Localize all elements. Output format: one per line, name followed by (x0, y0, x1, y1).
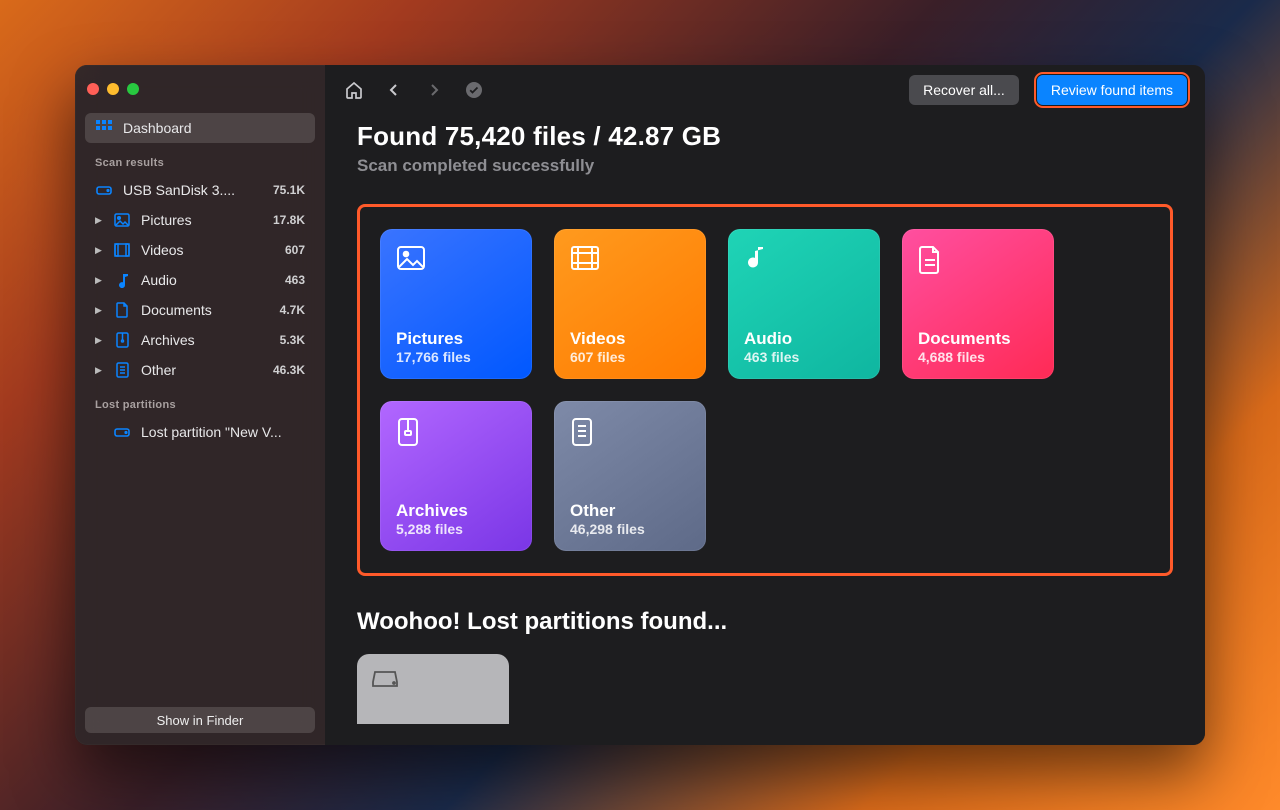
category-card-videos[interactable]: Videos607 files (554, 229, 706, 379)
category-card-archives[interactable]: Archives5,288 files (380, 401, 532, 551)
recover-all-button[interactable]: Recover all... (909, 75, 1019, 105)
other-icon (570, 417, 598, 445)
partitions-headline: Woohoo! Lost partitions found... (357, 608, 1173, 636)
chevron-right-icon: ▶ (95, 305, 103, 316)
status-text: Scan completed successfully (357, 156, 1173, 176)
window-controls (85, 77, 315, 113)
grid-icon (95, 120, 113, 136)
category-card-documents[interactable]: Documents4,688 files (902, 229, 1054, 379)
sidebar-item-label: Documents (141, 302, 212, 318)
card-subtitle: 463 files (744, 349, 864, 365)
audio-icon (744, 245, 772, 273)
card-title: Documents (918, 329, 1038, 349)
audio-icon (113, 272, 131, 288)
card-title: Pictures (396, 329, 516, 349)
chevron-right-icon: ▶ (95, 275, 103, 286)
sidebar-item-label: Dashboard (123, 120, 192, 136)
chevron-right-icon: ▶ (95, 245, 103, 256)
sidebar-item-dashboard[interactable]: Dashboard (85, 113, 315, 143)
sidebar-item-count: 607 (285, 243, 305, 257)
sidebar-item-archives[interactable]: ▶ Archives 5.3K (85, 325, 315, 355)
video-icon (570, 245, 598, 273)
sidebar-item-audio[interactable]: ▶ Audio 463 (85, 265, 315, 295)
show-in-finder-button[interactable]: Show in Finder (85, 707, 315, 733)
sidebar-item-lost-partition[interactable]: Lost partition "New V... (85, 417, 315, 447)
sidebar: Dashboard Scan results USB SanDisk 3....… (75, 65, 325, 745)
sidebar-item-label: Lost partition "New V... (141, 424, 282, 440)
sidebar-item-count: 4.7K (280, 303, 305, 317)
checkmark-badge-icon (463, 79, 485, 101)
category-cards-area: Pictures17,766 filesVideos607 filesAudio… (357, 204, 1173, 576)
card-title: Audio (744, 329, 864, 349)
card-subtitle: 17,766 files (396, 349, 516, 365)
category-card-pictures[interactable]: Pictures17,766 files (380, 229, 532, 379)
sidebar-item-count: 75.1K (273, 183, 305, 197)
forward-icon[interactable] (423, 79, 445, 101)
main-content: Recover all... Review found items Found … (325, 65, 1205, 745)
sidebar-item-count: 17.8K (273, 213, 305, 227)
documents-icon (113, 302, 131, 318)
sidebar-item-label: Other (141, 362, 176, 378)
chevron-right-icon: ▶ (95, 335, 103, 346)
sidebar-group-scan-results: Scan results (85, 143, 315, 175)
sidebar-item-count: 463 (285, 273, 305, 287)
card-subtitle: 46,298 files (570, 521, 690, 537)
chevron-right-icon: ▶ (95, 215, 103, 226)
sidebar-item-documents[interactable]: ▶ Documents 4.7K (85, 295, 315, 325)
sidebar-item-label: Videos (141, 242, 184, 258)
app-window: Dashboard Scan results USB SanDisk 3....… (75, 65, 1205, 745)
sidebar-item-count: 5.3K (280, 333, 305, 347)
sidebar-item-label: Pictures (141, 212, 192, 228)
sidebar-item-label: Archives (141, 332, 195, 348)
archive-icon (396, 417, 424, 445)
minimize-window-button[interactable] (107, 83, 119, 95)
picture-icon (396, 245, 424, 273)
drive-icon (113, 426, 131, 438)
toolbar: Recover all... Review found items (325, 65, 1205, 115)
category-card-audio[interactable]: Audio463 files (728, 229, 880, 379)
partition-card[interactable] (357, 654, 509, 724)
card-title: Archives (396, 501, 516, 521)
archives-icon (113, 332, 131, 348)
home-icon[interactable] (343, 79, 365, 101)
sidebar-item-pictures[interactable]: ▶ Pictures 17.8K (85, 205, 315, 235)
sidebar-item-other[interactable]: ▶ Other 46.3K (85, 355, 315, 385)
zoom-window-button[interactable] (127, 83, 139, 95)
page-title: Found 75,420 files / 42.87 GB (357, 121, 1173, 152)
sidebar-group-lost-partitions: Lost partitions (85, 385, 315, 417)
card-title: Videos (570, 329, 690, 349)
sidebar-item-label: USB SanDisk 3.... (123, 182, 235, 198)
content-scroll: Found 75,420 files / 42.87 GB Scan compl… (325, 115, 1205, 745)
category-card-other[interactable]: Other46,298 files (554, 401, 706, 551)
sidebar-item-videos[interactable]: ▶ Videos 607 (85, 235, 315, 265)
sidebar-item-label: Audio (141, 272, 177, 288)
card-title: Other (570, 501, 690, 521)
drive-icon (95, 184, 113, 196)
card-subtitle: 4,688 files (918, 349, 1038, 365)
document-icon (918, 245, 946, 273)
other-icon (113, 362, 131, 378)
close-window-button[interactable] (87, 83, 99, 95)
back-icon[interactable] (383, 79, 405, 101)
chevron-right-icon: ▶ (95, 365, 103, 376)
sidebar-item-device[interactable]: USB SanDisk 3.... 75.1K (85, 175, 315, 205)
sidebar-item-count: 46.3K (273, 363, 305, 377)
card-subtitle: 5,288 files (396, 521, 516, 537)
drive-icon (371, 668, 399, 688)
review-found-items-button[interactable]: Review found items (1037, 75, 1187, 105)
card-subtitle: 607 files (570, 349, 690, 365)
videos-icon (113, 243, 131, 257)
pictures-icon (113, 213, 131, 227)
